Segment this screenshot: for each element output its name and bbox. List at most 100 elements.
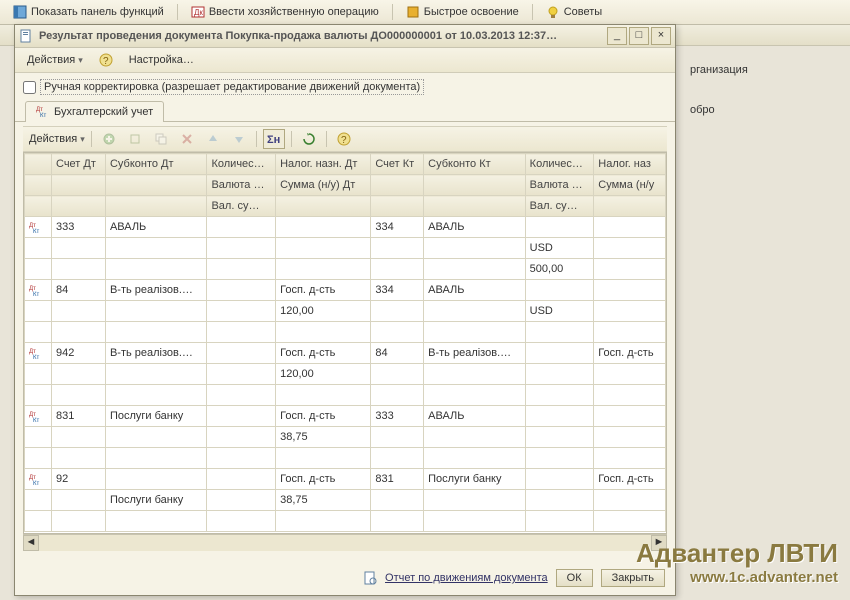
- minimize-button[interactable]: _: [607, 27, 627, 45]
- table-row[interactable]: [25, 511, 666, 532]
- table-row[interactable]: ДтКт 84 В-ть реалізов.… Госп. д-сть 334 …: [25, 280, 666, 301]
- cell-sub-dt2[interactable]: [105, 238, 207, 259]
- cell-cur-kt[interactable]: [525, 364, 594, 385]
- table-row[interactable]: 500,00: [25, 259, 666, 280]
- cell-tax-kt[interactable]: [594, 217, 666, 238]
- cell-qty-dt[interactable]: [207, 406, 276, 427]
- grid-actions-menu[interactable]: Действия: [29, 133, 85, 145]
- cell-sub-dt[interactable]: АВАЛЬ: [105, 217, 207, 238]
- col-tax-dt[interactable]: Налог. назн. Дт: [276, 154, 371, 175]
- cell-cur-dt[interactable]: [207, 427, 276, 448]
- settings-menu[interactable]: Настройка…: [123, 52, 200, 68]
- cell-acc-kt[interactable]: 333: [371, 406, 424, 427]
- cell-acc-kt[interactable]: 831: [371, 469, 424, 490]
- cell-valsum-dt[interactable]: [207, 322, 276, 343]
- cell-qty-kt[interactable]: [525, 406, 594, 427]
- cell-sum-kt[interactable]: [594, 427, 666, 448]
- maximize-button[interactable]: □: [629, 27, 649, 45]
- col-cur-dt[interactable]: Валюта …: [207, 175, 276, 196]
- cell-qty-dt[interactable]: [207, 217, 276, 238]
- quick-start-button[interactable]: Быстрое освоение: [399, 2, 526, 22]
- cell-qty-kt[interactable]: [525, 280, 594, 301]
- table-row[interactable]: ДтКт 942 В-ть реалізов.… Госп. д-сть 84 …: [25, 343, 666, 364]
- cell-qty-dt[interactable]: [207, 469, 276, 490]
- cell-tax-kt[interactable]: [594, 280, 666, 301]
- cell-valsum-kt[interactable]: [525, 511, 594, 532]
- cell-acc-dt[interactable]: 84: [52, 280, 106, 301]
- cell-valsum-dt[interactable]: [207, 385, 276, 406]
- cell-qty-kt[interactable]: [525, 343, 594, 364]
- cell-tax-dt[interactable]: Госп. д-сть: [276, 406, 371, 427]
- cell-acc-dt[interactable]: 92: [52, 469, 106, 490]
- scroll-right-button[interactable]: ►: [651, 535, 667, 551]
- cell-tax-kt[interactable]: Госп. д-сть: [594, 469, 666, 490]
- cell-tax-dt[interactable]: [276, 217, 371, 238]
- cell-tax-kt[interactable]: Госп. д-сть: [594, 343, 666, 364]
- titlebar[interactable]: Результат проведения документа Покупка-п…: [15, 25, 675, 48]
- cell-qty-kt[interactable]: [525, 217, 594, 238]
- cell-sub-kt[interactable]: Послуги банку: [424, 469, 526, 490]
- actions-menu[interactable]: Действия: [21, 52, 89, 68]
- cell-sub-kt[interactable]: АВАЛЬ: [424, 406, 526, 427]
- table-row[interactable]: ДтКт 333 АВАЛЬ 334 АВАЛЬ: [25, 217, 666, 238]
- cell-cur-kt[interactable]: USD: [525, 301, 594, 322]
- col-sum-dt[interactable]: Сумма (н/у) Дт: [276, 175, 371, 196]
- cell-sum-dt[interactable]: 120,00: [276, 364, 371, 385]
- cell-sub-dt2[interactable]: [105, 301, 207, 322]
- table-row[interactable]: USD: [25, 238, 666, 259]
- cell-acc-dt[interactable]: 831: [52, 406, 106, 427]
- col-sum-kt[interactable]: Сумма (н/у: [594, 175, 666, 196]
- cell-sub-dt[interactable]: Послуги банку: [105, 406, 207, 427]
- cell-sum-dt[interactable]: 38,75: [276, 427, 371, 448]
- col-qty-dt[interactable]: Количес…: [207, 154, 276, 175]
- col-valsum-dt[interactable]: Вал. су…: [207, 196, 276, 217]
- cell-cur-kt[interactable]: [525, 427, 594, 448]
- cell-acc-dt[interactable]: 942: [52, 343, 106, 364]
- cell-tax-dt[interactable]: Госп. д-сть: [276, 343, 371, 364]
- cell-acc-kt[interactable]: 334: [371, 280, 424, 301]
- help-icon-button[interactable]: ?: [95, 50, 117, 70]
- cell-sub-dt[interactable]: В-ть реалізов.…: [105, 280, 207, 301]
- cell-acc-kt[interactable]: 334: [371, 217, 424, 238]
- tab-accounting[interactable]: ДтКт Бухгалтерский учет: [25, 101, 164, 122]
- grid[interactable]: Счет Дт Субконто Дт Количес… Налог. назн…: [23, 152, 667, 534]
- cell-cur-dt[interactable]: [207, 238, 276, 259]
- scroll-left-button[interactable]: ◄: [23, 535, 39, 551]
- cell-sum-dt[interactable]: 120,00: [276, 301, 371, 322]
- cell-acc-kt[interactable]: 84: [371, 343, 424, 364]
- cell-valsum-kt[interactable]: [525, 322, 594, 343]
- cell-valsum-dt[interactable]: [207, 511, 276, 532]
- table-row[interactable]: [25, 322, 666, 343]
- close-button[interactable]: ×: [651, 27, 671, 45]
- col-cur-kt[interactable]: Валюта …: [525, 175, 594, 196]
- cell-valsum-kt[interactable]: [525, 385, 594, 406]
- report-link[interactable]: Отчет по движениям документа: [385, 572, 548, 584]
- cell-cur-dt[interactable]: [207, 301, 276, 322]
- col-acc-kt[interactable]: Счет Кт: [371, 154, 424, 175]
- sum-button[interactable]: Σн: [263, 129, 285, 149]
- refresh-button[interactable]: [298, 129, 320, 149]
- cell-sum-kt[interactable]: [594, 364, 666, 385]
- table-row[interactable]: 38,75: [25, 427, 666, 448]
- help-button[interactable]: ?: [333, 129, 355, 149]
- col-tax-kt[interactable]: Налог. наз: [594, 154, 666, 175]
- cell-sub-dt2[interactable]: [105, 427, 207, 448]
- cell-sub-kt[interactable]: АВАЛЬ: [424, 217, 526, 238]
- show-functions-panel-button[interactable]: Показать панель функций: [6, 2, 171, 22]
- table-row[interactable]: Послуги банку 38,75: [25, 490, 666, 511]
- cell-sub-dt2[interactable]: Послуги банку: [105, 490, 207, 511]
- cell-valsum-dt[interactable]: [207, 448, 276, 469]
- cell-qty-dt[interactable]: [207, 343, 276, 364]
- manual-edit-checkbox[interactable]: [23, 81, 36, 94]
- cell-sum-dt[interactable]: 38,75: [276, 490, 371, 511]
- ok-button[interactable]: ОК: [556, 569, 593, 587]
- cell-cur-dt[interactable]: [207, 490, 276, 511]
- cell-sub-dt2[interactable]: [105, 364, 207, 385]
- table-row[interactable]: [25, 385, 666, 406]
- tips-button[interactable]: Советы: [539, 2, 609, 22]
- table-row[interactable]: 120,00 USD: [25, 301, 666, 322]
- col-valsum-kt[interactable]: Вал. су…: [525, 196, 594, 217]
- col-sub-kt[interactable]: Субконто Кт: [424, 154, 526, 175]
- cell-tax-kt[interactable]: [594, 406, 666, 427]
- col-sub-dt[interactable]: Субконто Дт: [105, 154, 207, 175]
